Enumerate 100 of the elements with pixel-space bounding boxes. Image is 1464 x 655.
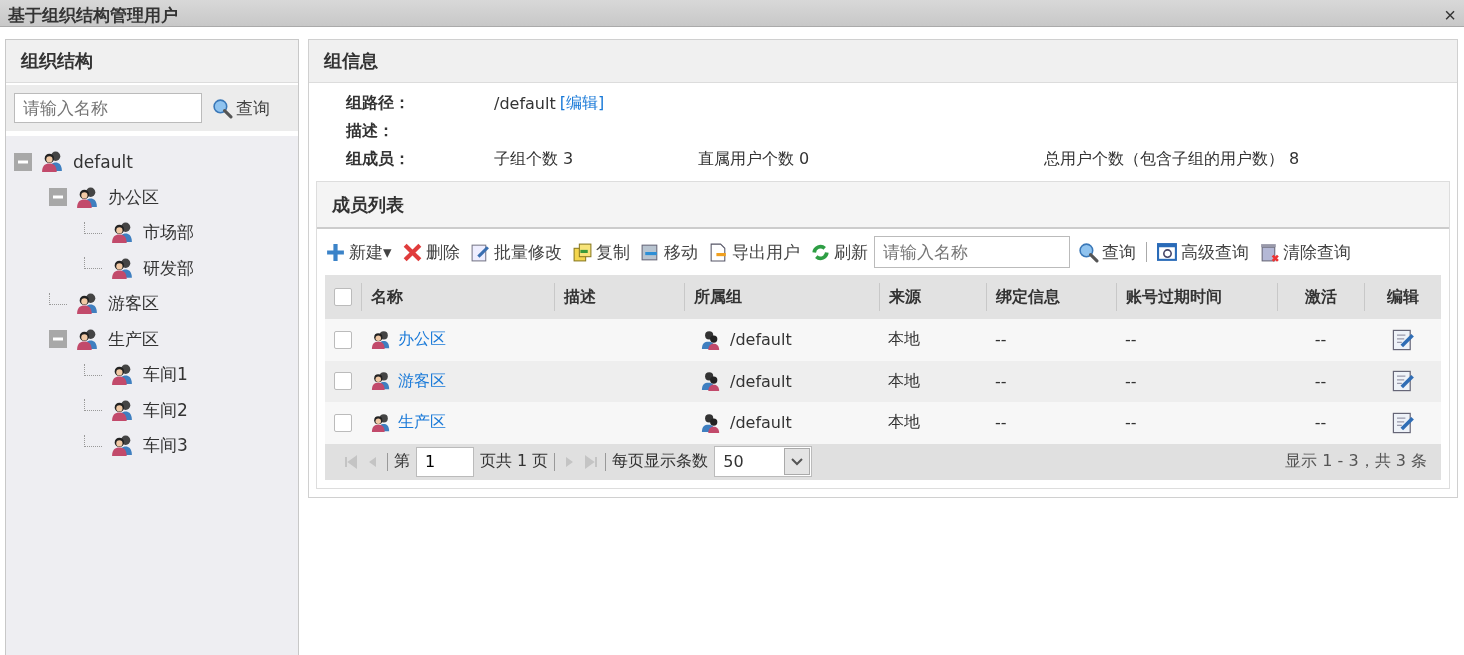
column-header: 激活: [1277, 283, 1364, 311]
toolbar-button[interactable]: 删除: [397, 240, 464, 264]
tree-item[interactable]: default: [73, 151, 133, 172]
people-icon: [700, 329, 722, 350]
path-value: /default: [494, 93, 556, 113]
tree-line: [84, 399, 102, 412]
people-icon: [700, 371, 722, 392]
select-all-checkbox[interactable]: [334, 288, 352, 306]
people-icon: [75, 327, 100, 351]
row-checkbox[interactable]: [334, 372, 352, 391]
panel-title: 组信息: [324, 49, 378, 73]
table-cell: /default: [730, 413, 792, 433]
table-cell: 本地: [888, 370, 920, 392]
row-checkbox[interactable]: [334, 413, 352, 432]
table-cell: --: [1314, 371, 1327, 391]
table-cell: --: [1314, 413, 1327, 433]
tree-line: [84, 221, 102, 234]
field-label: 组成员：: [346, 148, 411, 170]
column-header: 描述: [554, 283, 684, 311]
table-cell: --: [1314, 330, 1327, 350]
column-header: 绑定信息: [986, 283, 1116, 311]
search-button[interactable]: 查询: [208, 96, 274, 120]
first-page-icon[interactable]: [343, 453, 359, 470]
tree-item[interactable]: 车间1: [143, 363, 188, 387]
chevron-down-icon: [791, 457, 804, 466]
page-size-select[interactable]: 50: [714, 446, 813, 477]
toolbar-button[interactable]: 导出用户: [703, 240, 804, 264]
table-cell: --: [995, 330, 1007, 350]
people-icon: [370, 329, 392, 350]
tree-line: [84, 257, 102, 270]
tree-line: [49, 292, 67, 305]
panel-title: 组织结构: [21, 49, 93, 73]
page-input[interactable]: 1: [416, 446, 474, 477]
trash-icon: [1258, 241, 1280, 263]
column-header: 账号过期时间: [1116, 283, 1277, 311]
last-page-icon[interactable]: [583, 453, 600, 470]
group-link[interactable]: 办公区: [398, 329, 446, 351]
tree-line: [84, 363, 102, 376]
column-header: 所属组: [684, 283, 879, 311]
edit-icon[interactable]: [1390, 327, 1415, 352]
column-header: 来源: [879, 283, 986, 311]
tree-item[interactable]: 车间3: [143, 434, 188, 458]
toolbar-button[interactable]: 刷新: [805, 240, 872, 264]
group-link[interactable]: 游客区: [398, 370, 446, 392]
total-user-count: 总用户个数（包含子组的用户数） 8: [1044, 148, 1300, 170]
page-summary: 显示 1 - 3，共 3 条: [1285, 451, 1427, 472]
people-icon: [370, 371, 392, 392]
toolbar-button[interactable]: 新建▾: [321, 240, 396, 264]
table-cell: /default: [730, 371, 792, 391]
copy-icon: [571, 241, 593, 263]
field-label: 组路径：: [346, 92, 411, 114]
edit-icon[interactable]: [1390, 410, 1415, 435]
table-cell: --: [1125, 371, 1137, 391]
collapse-toggle[interactable]: [14, 152, 32, 171]
page-label: 第: [394, 451, 410, 472]
tree-item[interactable]: 研发部: [143, 256, 194, 280]
table-cell: --: [1125, 413, 1137, 433]
search-field[interactable]: 请输入名称: [873, 236, 1070, 268]
toolbar-button[interactable]: 复制: [567, 240, 634, 264]
search-icon: [212, 97, 233, 119]
table-cell: --: [995, 413, 1007, 433]
people-icon: [700, 412, 722, 433]
panel-title: 成员列表: [332, 192, 404, 217]
edit-link[interactable]: [编辑]: [559, 92, 605, 114]
tree-item[interactable]: 车间2: [143, 398, 188, 422]
page-count: 页共 1 页: [480, 451, 549, 472]
table-cell: /default: [730, 330, 792, 350]
tree-item[interactable]: 办公区: [108, 185, 159, 209]
search-field[interactable]: 请输入名称: [14, 93, 202, 123]
advanced-search-button[interactable]: 高级查询: [1152, 240, 1253, 264]
tree-item[interactable]: 市场部: [143, 221, 194, 245]
field-label: 描述：: [346, 120, 395, 142]
group-link[interactable]: 生产区: [398, 412, 446, 434]
people-icon: [110, 256, 135, 280]
tree-line: [84, 434, 102, 447]
table-cell: --: [995, 371, 1007, 391]
window-search-icon: [1156, 241, 1178, 263]
close-button[interactable]: ×: [1444, 4, 1456, 26]
subgroup-count: 子组个数 3: [494, 148, 575, 170]
people-icon: [110, 221, 135, 245]
column-header: 编辑: [1364, 283, 1441, 311]
row-checkbox[interactable]: [334, 330, 352, 349]
window-title: 基于组织结构管理用户: [8, 4, 178, 26]
people-icon: [75, 185, 100, 209]
page-size-label: 每页显示条数: [612, 451, 709, 472]
collapse-toggle[interactable]: [49, 330, 67, 349]
column-header: 名称: [361, 283, 554, 311]
direct-user-count: 直属用户个数 0: [698, 148, 811, 170]
clear-search-button[interactable]: 清除查询: [1254, 240, 1355, 264]
people-icon: [40, 150, 65, 174]
tree-item[interactable]: 生产区: [108, 327, 159, 351]
plus-icon: [325, 241, 346, 263]
search-button[interactable]: 查询: [1073, 240, 1140, 264]
tree-item[interactable]: 游客区: [108, 292, 159, 316]
collapse-toggle[interactable]: [49, 188, 67, 207]
edit-icon[interactable]: [1390, 369, 1415, 394]
toolbar-button[interactable]: 批量修改: [465, 240, 566, 264]
table-cell: 本地: [888, 329, 920, 351]
toolbar-button[interactable]: 移动: [635, 240, 702, 264]
cross-icon: [401, 241, 423, 263]
